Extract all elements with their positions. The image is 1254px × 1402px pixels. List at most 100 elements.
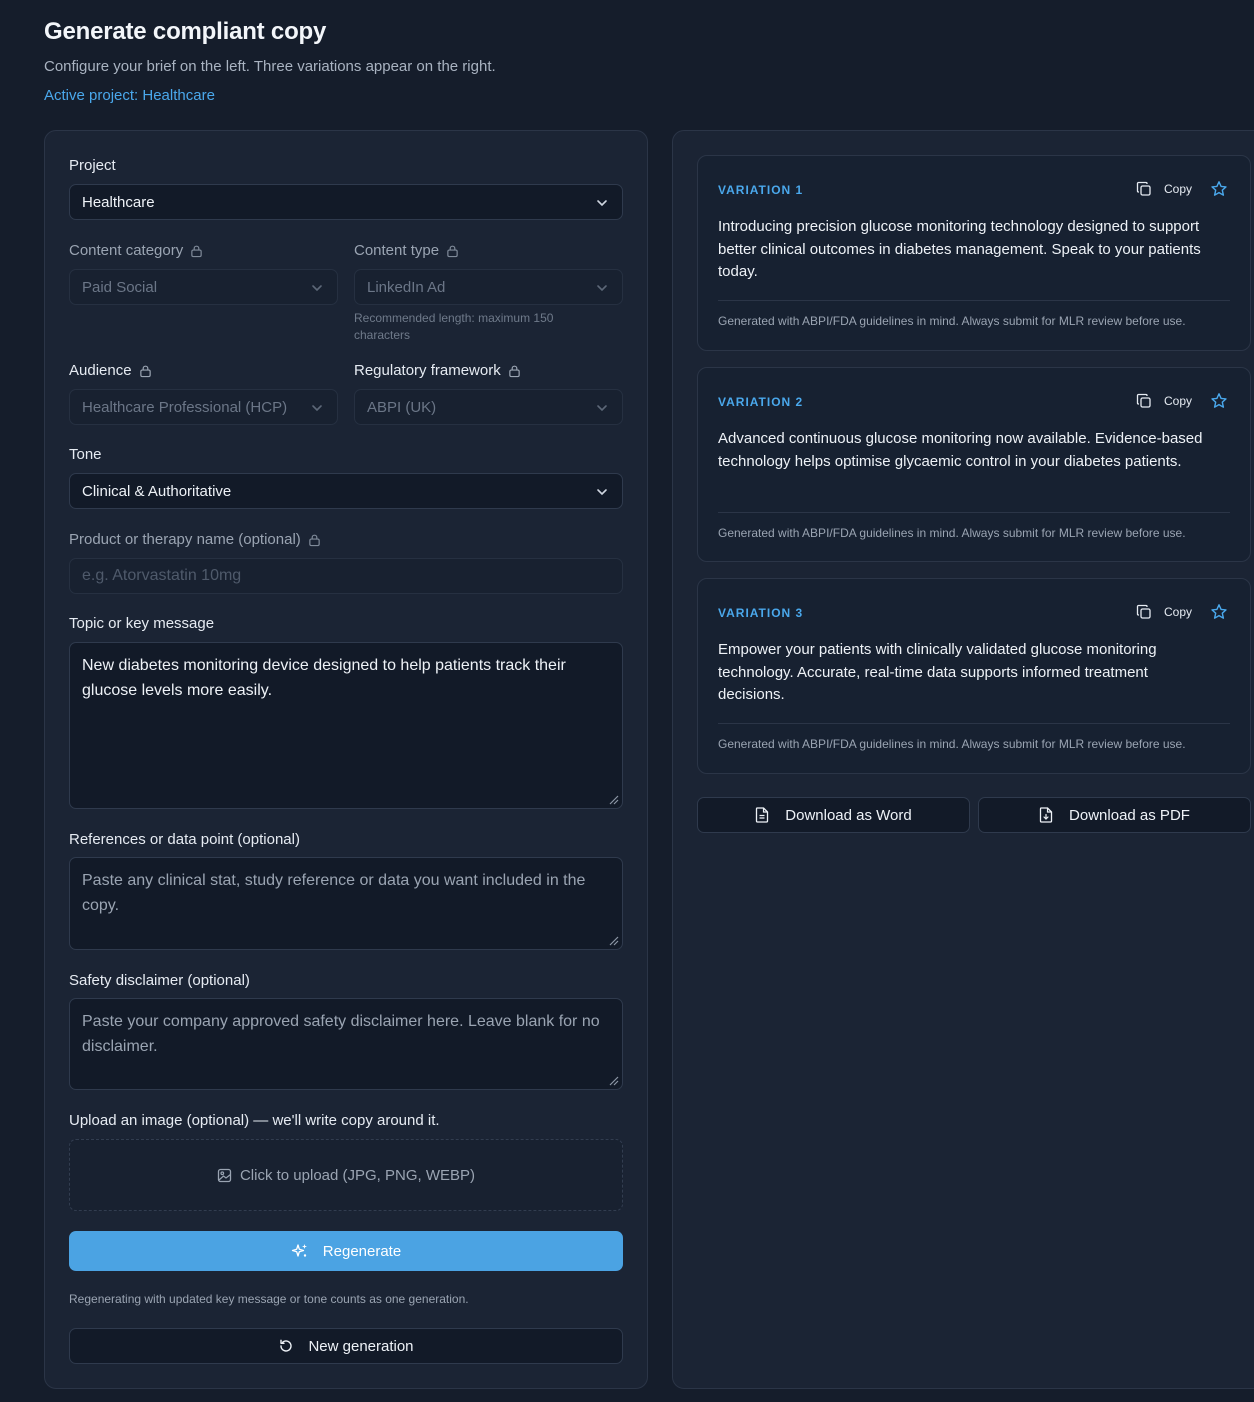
content-type-value: LinkedIn Ad [367, 278, 446, 296]
lock-icon [447, 245, 458, 257]
content-category-label-text: Content category [69, 242, 184, 259]
content-type-select[interactable]: LinkedIn Ad [354, 269, 623, 305]
file-download-icon [1039, 807, 1053, 823]
tone-label-text: Tone [69, 446, 102, 463]
tone-label: Tone [69, 446, 102, 463]
sparkles-icon [291, 1244, 307, 1257]
content-category-select[interactable]: Paid Social [69, 269, 338, 305]
resize-handle-icon[interactable] [607, 934, 619, 946]
copy-icon [1136, 393, 1151, 408]
resize-handle-icon[interactable] [607, 1074, 619, 1086]
variation-footer: Generated with ABPI/FDA guidelines in mi… [718, 737, 1186, 751]
topic-textarea[interactable]: New diabetes monitoring device designed … [69, 642, 623, 809]
variation-actions: Copy [1136, 392, 1228, 410]
upload-label: Upload an image (optional) — we'll write… [69, 1112, 440, 1129]
variations-panel: VARIATION 1 Copy Introducing precision g… [672, 130, 1254, 1389]
page-title: Generate compliant copy [44, 18, 327, 45]
chevron-down-icon [597, 489, 607, 496]
copy-button[interactable]: Copy [1136, 604, 1192, 620]
disclaimer-textarea[interactable]: Paste your company approved safety discl… [69, 998, 623, 1090]
document-icon [756, 807, 769, 823]
regulatory-framework-label: Regulatory framework [354, 362, 521, 379]
product-name-placeholder: e.g. Atorvastatin 10mg [82, 567, 242, 584]
chevron-down-icon [597, 200, 607, 207]
divider [718, 723, 1230, 724]
audience-select[interactable]: Healthcare Professional (HCP) [69, 389, 338, 425]
download-word-label: Download as Word [785, 806, 912, 824]
copy-label: Copy [1163, 394, 1192, 408]
lock-icon [191, 245, 202, 257]
disclaimer-label-text: Safety disclaimer (optional) [69, 972, 250, 989]
star-icon[interactable] [1210, 392, 1228, 410]
upload-label-text: Upload an image (optional) — we'll write… [69, 1112, 440, 1129]
regenerate-button-label: Regenerate [322, 1242, 402, 1260]
variation-actions: Copy [1136, 603, 1228, 621]
product-name-label-text: Product or therapy name (optional) [69, 531, 301, 548]
audience-value: Healthcare Professional (HCP) [82, 398, 288, 416]
content-type-helper: Recommended length: maximum 150 characte… [354, 311, 554, 342]
regenerate-button[interactable]: Regenerate [69, 1231, 623, 1271]
star-icon[interactable] [1210, 180, 1228, 198]
variation-card: VARIATION 2 Copy Advanced continuous glu… [697, 367, 1251, 562]
divider [718, 512, 1230, 513]
chevron-down-icon [312, 285, 322, 292]
active-project-link[interactable]: Active project: Healthcare [44, 87, 496, 104]
content-type-label: Content type [354, 242, 459, 259]
variation-actions: Copy [1136, 180, 1228, 198]
regulatory-framework-value: ABPI (UK) [367, 398, 437, 416]
copy-icon [1136, 604, 1151, 619]
variation-title: VARIATION 2 [718, 395, 804, 409]
variation-footer: Generated with ABPI/FDA guidelines in mi… [718, 314, 1186, 328]
chevron-down-icon [597, 405, 607, 412]
star-icon[interactable] [1210, 603, 1228, 621]
variation-title: VARIATION 1 [718, 183, 804, 197]
refresh-icon [280, 1339, 293, 1352]
product-name-label: Product or therapy name (optional) [69, 531, 321, 548]
new-generation-label: New generation [308, 1337, 414, 1355]
project-label: Project [69, 157, 116, 174]
copy-label: Copy [1163, 182, 1192, 196]
regulatory-framework-select[interactable]: ABPI (UK) [354, 389, 623, 425]
content-category-value: Paid Social [82, 278, 158, 296]
image-upload-dropzone[interactable]: Click to upload (JPG, PNG, WEBP) [69, 1139, 623, 1211]
resize-handle-icon[interactable] [607, 793, 619, 805]
variation-card: VARIATION 3 Copy Empower your patients w… [697, 578, 1251, 774]
image-icon [217, 1168, 232, 1182]
project-select-value: Healthcare [82, 193, 155, 211]
content-type-label-text: Content type [354, 242, 440, 259]
download-word-button[interactable]: Download as Word [697, 797, 970, 833]
tone-select[interactable]: Clinical & Authoritative [69, 473, 623, 509]
disclaimer-placeholder: Paste your company approved safety discl… [82, 1013, 600, 1055]
topic-label: Topic or key message [69, 615, 214, 632]
regenerate-note: Regenerating with updated key message or… [69, 1292, 469, 1306]
page-subtitle: Configure your brief on the left. Three … [44, 58, 496, 75]
references-placeholder: Paste any clinical stat, study reference… [82, 872, 586, 914]
project-label-text: Project [69, 157, 116, 174]
copy-button[interactable]: Copy [1136, 181, 1192, 197]
download-pdf-label: Download as PDF [1069, 806, 1190, 824]
regulatory-framework-label-text: Regulatory framework [354, 362, 501, 379]
upload-button-text: Click to upload (JPG, PNG, WEBP) [239, 1166, 476, 1184]
references-textarea[interactable]: Paste any clinical stat, study reference… [69, 857, 623, 950]
variation-text: Introducing precision glucose monitoring… [718, 218, 1201, 280]
chevron-down-icon [597, 285, 607, 292]
brief-form-panel: Project Healthcare Content category Paid… [44, 130, 648, 1389]
new-generation-button[interactable]: New generation [69, 1328, 623, 1364]
download-pdf-button[interactable]: Download as PDF [978, 797, 1251, 833]
references-label: References or data point (optional) [69, 831, 300, 848]
disclaimer-label: Safety disclaimer (optional) [69, 972, 250, 989]
page-header: Generate compliant copy Configure your b… [44, 18, 496, 104]
audience-label: Audience [69, 362, 152, 379]
topic-value: New diabetes monitoring device designed … [82, 657, 566, 699]
copy-label: Copy [1163, 605, 1192, 619]
variation-footer: Generated with ABPI/FDA guidelines in mi… [718, 526, 1186, 540]
variation-text: Advanced continuous glucose monitoring n… [718, 430, 1203, 470]
divider [718, 300, 1230, 301]
variation-title: VARIATION 3 [718, 606, 804, 620]
copy-button[interactable]: Copy [1136, 393, 1192, 409]
project-select[interactable]: Healthcare [69, 184, 623, 220]
topic-label-text: Topic or key message [69, 615, 215, 632]
variation-text: Empower your patients with clinically va… [718, 641, 1157, 703]
product-name-input[interactable]: e.g. Atorvastatin 10mg [69, 558, 623, 594]
references-label-text: References or data point (optional) [69, 831, 300, 848]
